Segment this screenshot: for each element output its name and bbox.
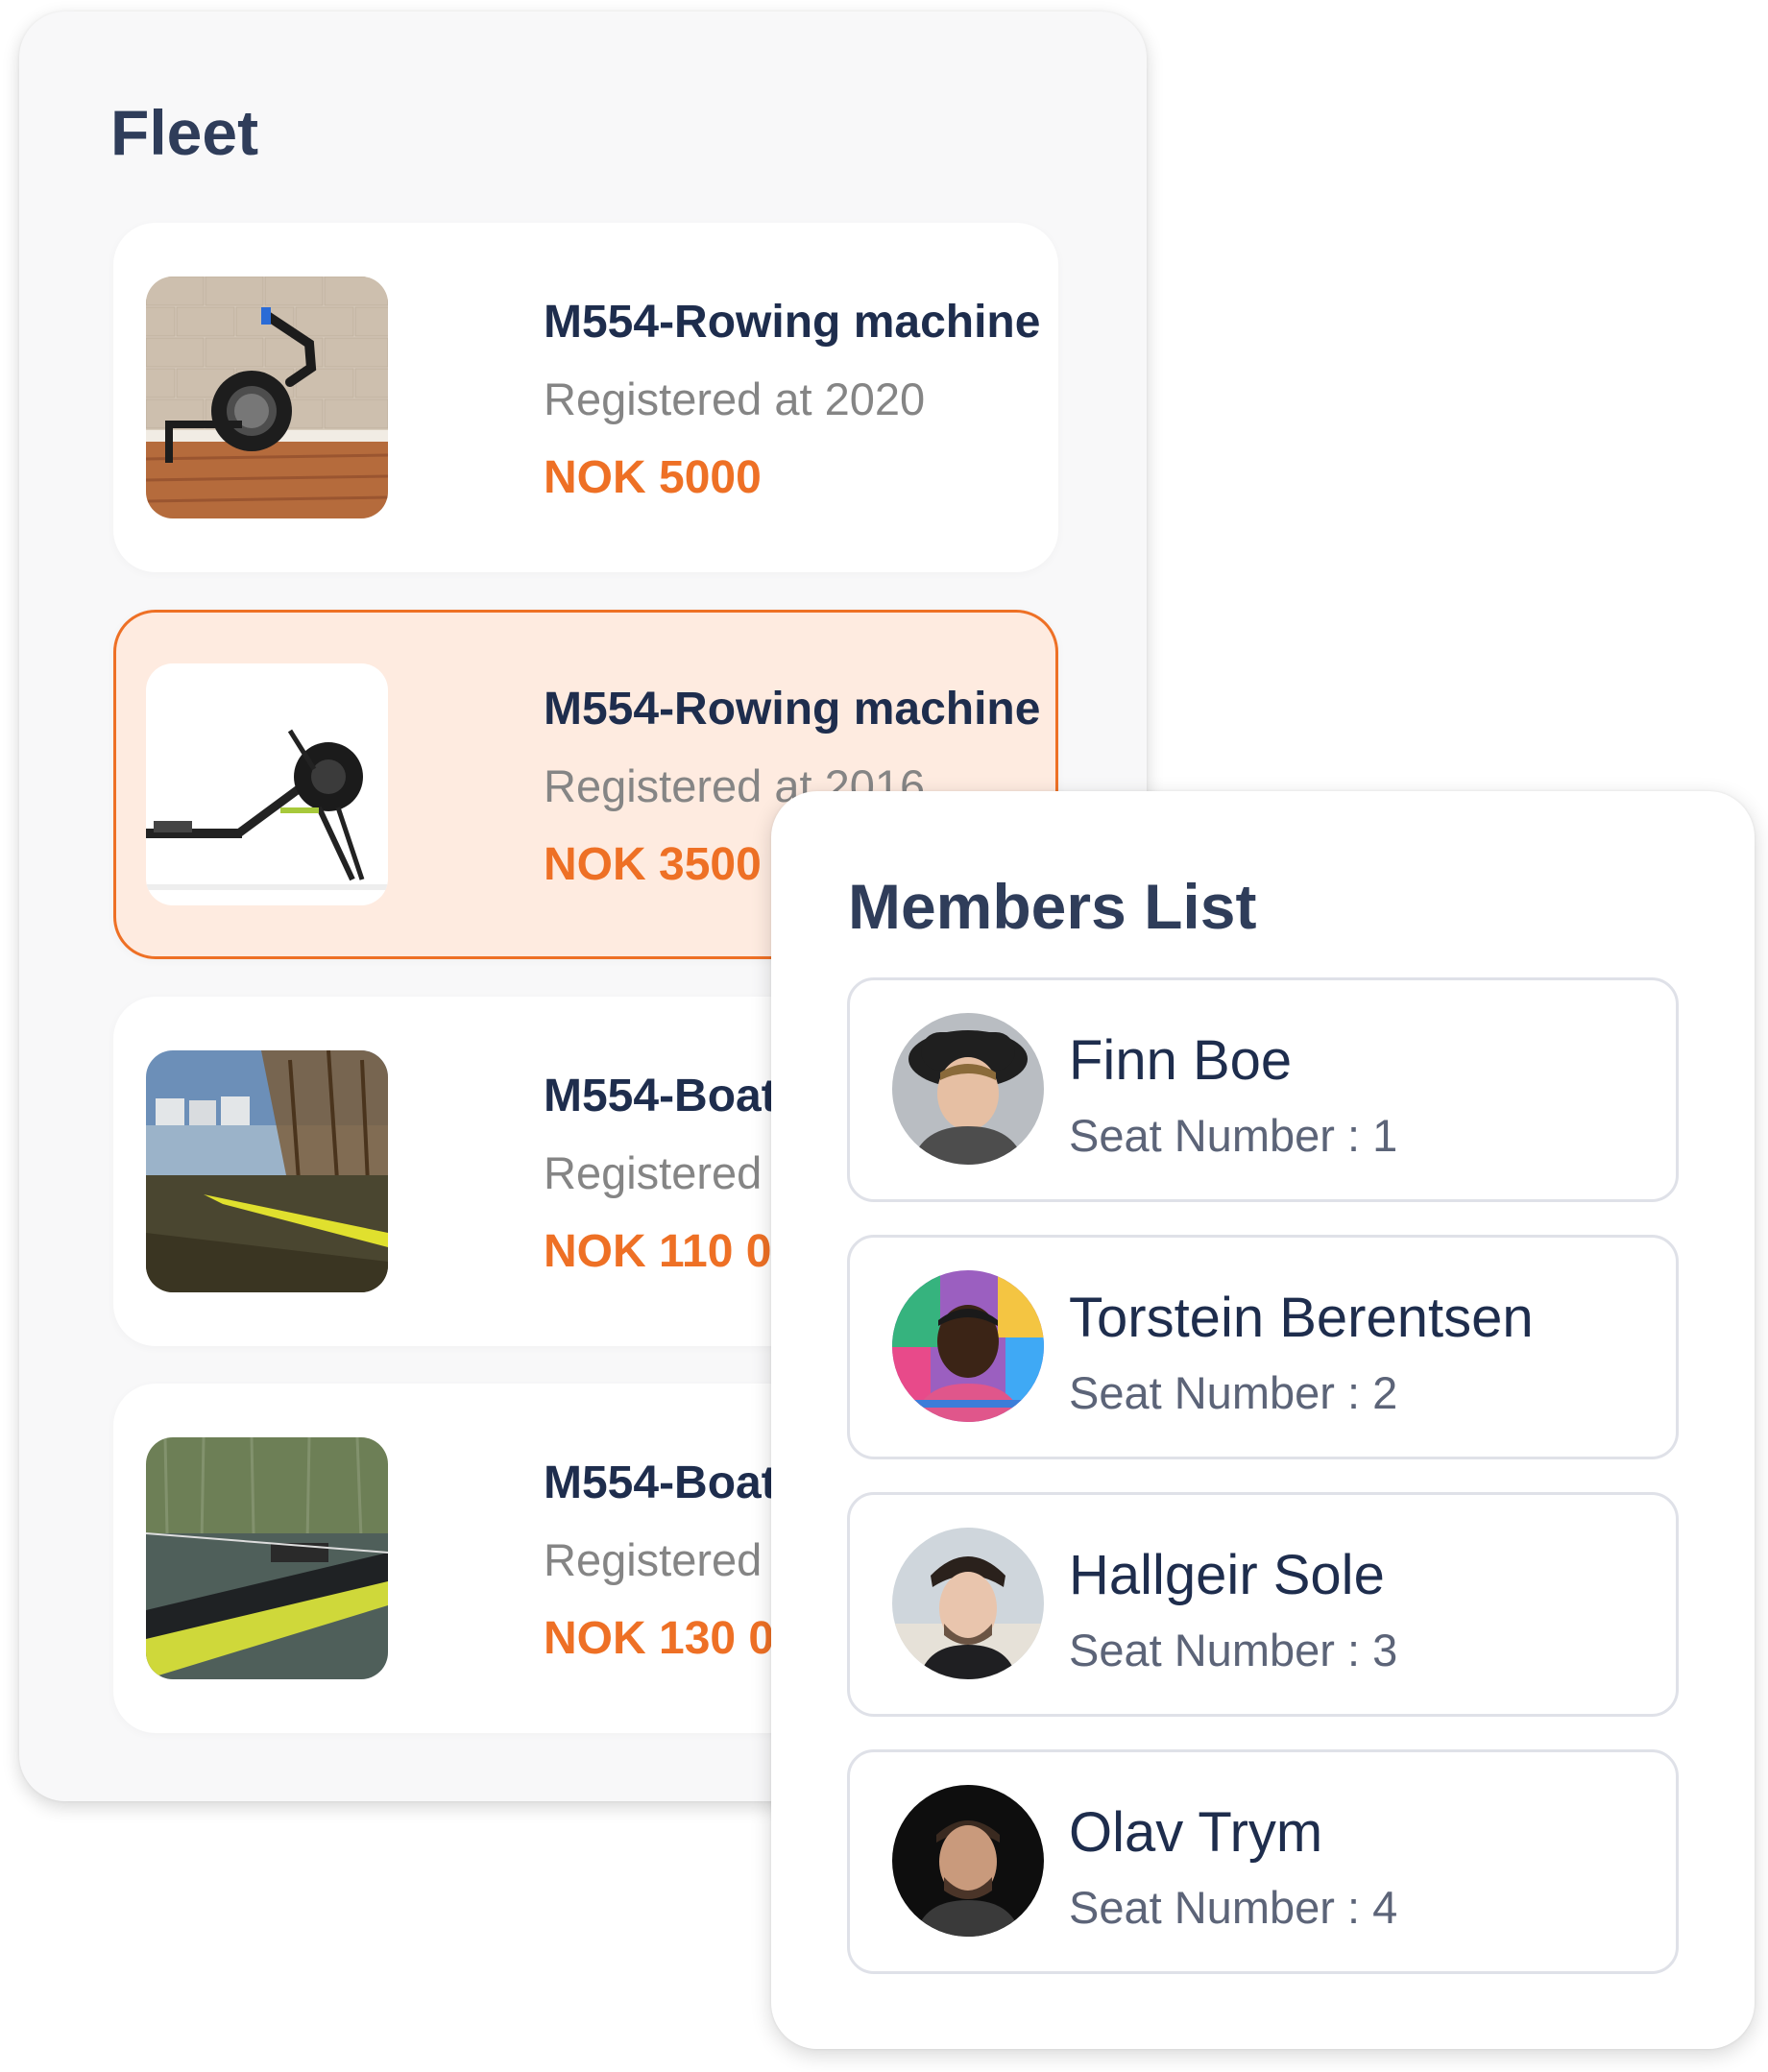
rowing-machine-photo xyxy=(146,663,388,905)
avatar xyxy=(892,1270,1044,1422)
avatar xyxy=(892,1528,1044,1679)
avatar xyxy=(892,1785,1044,1937)
members-title: Members List xyxy=(848,871,1257,942)
member-name: Hallgeir Sole xyxy=(1069,1544,1385,1606)
rowing-machine-photo xyxy=(146,277,388,518)
members-panel: Members List Finn Boe Seat Number : 1 To… xyxy=(771,791,1755,2049)
member-card[interactable]: Torstein Berentsen Seat Number : 2 xyxy=(847,1235,1679,1459)
member-seat: Seat Number : 4 xyxy=(1069,1882,1398,1933)
avatar xyxy=(892,1013,1044,1165)
member-name: Olav Trym xyxy=(1069,1801,1323,1864)
member-name: Finn Boe xyxy=(1069,1029,1293,1092)
item-registered: Registered at 2020 xyxy=(544,373,926,424)
item-name: M554-Rowing machine xyxy=(544,297,1041,348)
item-price: NOK 3500 xyxy=(544,839,762,890)
boat-photo xyxy=(146,1050,388,1292)
boat-photo xyxy=(146,1437,388,1679)
item-price: NOK 5000 xyxy=(544,452,762,503)
member-seat: Seat Number : 3 xyxy=(1069,1625,1398,1675)
member-seat: Seat Number : 1 xyxy=(1069,1110,1398,1161)
item-name: M554-Rowing machine xyxy=(544,684,1041,735)
member-card[interactable]: Finn Boe Seat Number : 1 xyxy=(847,977,1679,1202)
member-name: Torstein Berentsen xyxy=(1069,1287,1534,1349)
fleet-title: Fleet xyxy=(110,97,259,168)
member-card[interactable]: Hallgeir Sole Seat Number : 3 xyxy=(847,1492,1679,1717)
member-card[interactable]: Olav Trym Seat Number : 4 xyxy=(847,1749,1679,1974)
member-seat: Seat Number : 2 xyxy=(1069,1367,1398,1418)
fleet-item-card[interactable]: M554-Rowing machine Registered at 2020 N… xyxy=(113,223,1058,572)
